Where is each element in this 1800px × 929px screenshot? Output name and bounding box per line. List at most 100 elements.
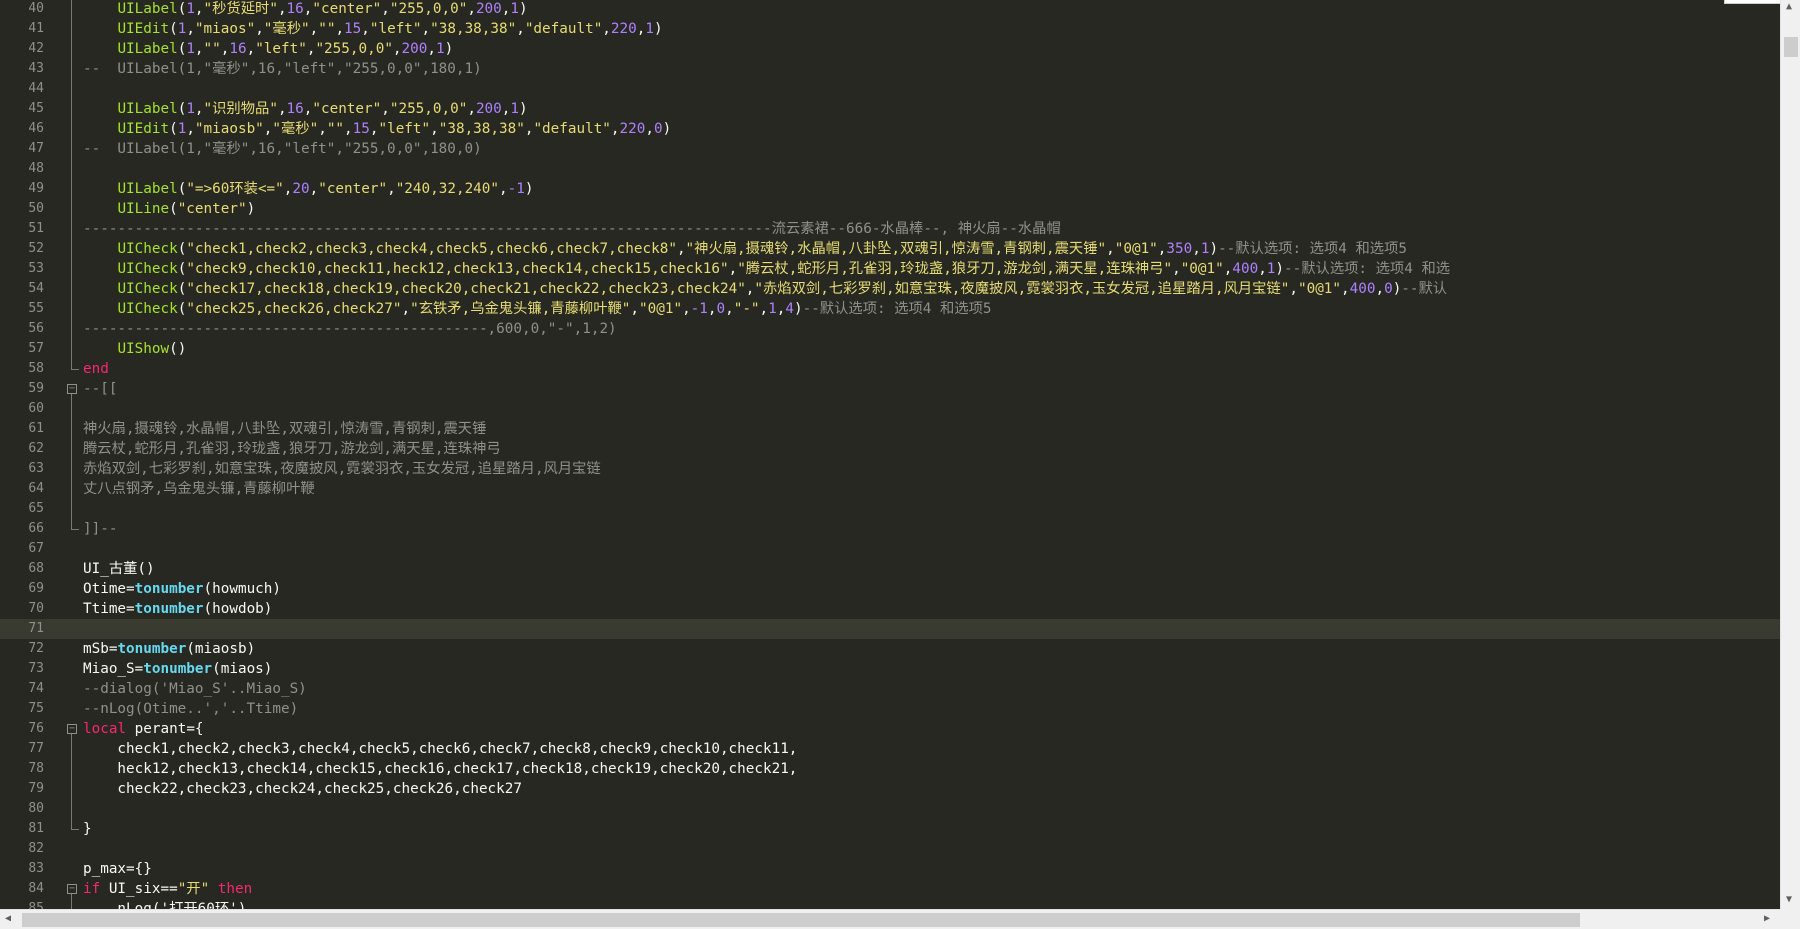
code-token: ,: [676, 241, 686, 257]
code-line[interactable]: 55 UICheck("check25,check26,check27","玄铁…: [0, 299, 1780, 319]
vertical-scroll-thumb[interactable]: [1784, 37, 1798, 57]
fold-guide: [71, 199, 72, 219]
code-editor[interactable]: 40 UILabel(1,"秒货延时",16,"center","255,0,0…: [0, 0, 1780, 909]
code-line[interactable]: 41 UIEdit(1,"miaos","毫秒","",15,"left","3…: [0, 19, 1780, 39]
code-token: UIEdit: [117, 121, 170, 137]
code-line[interactable]: 46 UIEdit(1,"miaosb","毫秒","",15,"left","…: [0, 119, 1780, 139]
line-number: 49: [28, 181, 44, 196]
line-number: 77: [28, 741, 44, 756]
code-line[interactable]: 48: [0, 159, 1780, 179]
code-line[interactable]: 59 − --[[: [0, 379, 1780, 399]
code-line[interactable]: 71: [0, 619, 1780, 639]
code-line[interactable]: 50 UILine("center"): [0, 199, 1780, 219]
code-line[interactable]: 51 --------------------------------------…: [0, 219, 1780, 239]
code-line[interactable]: 79 check22,check23,check24,check25,check…: [0, 779, 1780, 799]
code-token: }: [83, 821, 92, 837]
code-token: p_max: [83, 861, 127, 877]
code-line[interactable]: 68 UI_古董(): [0, 559, 1780, 579]
code-text: end: [83, 359, 109, 379]
code-line[interactable]: 78 heck12,check13,check14,check15,check1…: [0, 759, 1780, 779]
code-line[interactable]: 44: [0, 79, 1780, 99]
code-line[interactable]: 73 Miao_S=tonumber(miaos): [0, 659, 1780, 679]
code-line[interactable]: 43 -- UILabel(1,"毫秒",16,"left","255,0,0",…: [0, 59, 1780, 79]
code-line[interactable]: 62 腾云杖,蛇形月,孔雀羽,玲珑盏,狼牙刀,游龙剑,满天星,连珠神弓: [0, 439, 1780, 459]
code-line[interactable]: 83 p_max={}: [0, 859, 1780, 879]
horizontal-scrollbar[interactable]: ◀ ▶: [0, 909, 1780, 929]
code-line[interactable]: 57 UIShow(): [0, 339, 1780, 359]
code-line[interactable]: 52 UICheck("check1,check2,check3,check4,…: [0, 239, 1780, 259]
line-number: 81: [28, 821, 44, 836]
line-number: 41: [28, 21, 44, 36]
code-token: ,: [427, 41, 436, 57]
code-line[interactable]: 76 − local perant={: [0, 719, 1780, 739]
code-line[interactable]: 64 丈八点钢矛,乌金鬼头镰,青藤柳叶鞭: [0, 479, 1780, 499]
code-token: perant: [126, 721, 187, 737]
code-line[interactable]: 69 Otime=tonumber(howmuch): [0, 579, 1780, 599]
code-line[interactable]: 61 神火扇,摄魂铃,水晶帽,八卦坠,双魂引,惊涛雪,青钢刺,震天锤: [0, 419, 1780, 439]
code-line[interactable]: 53 UICheck("check9,check10,check11,heck1…: [0, 259, 1780, 279]
code-line[interactable]: 84 − if UI_six=="开" then: [0, 879, 1780, 899]
fold-toggle-icon[interactable]: −: [67, 724, 77, 734]
code-token: ,: [728, 261, 738, 277]
line-number: 43: [28, 61, 44, 76]
code-line[interactable]: 81}: [0, 819, 1780, 839]
code-line[interactable]: 49 UILabel("=>60环装<=",20,"center","240,3…: [0, 179, 1780, 199]
code-token: ,: [421, 21, 431, 37]
code-line[interactable]: 42 UILabel(1,"",16,"left","255,0,0",200,…: [0, 39, 1780, 59]
code-text: UILabel(1,"识别物品",16,"center","255,0,0",2…: [83, 99, 527, 119]
code-line[interactable]: 75 --nLog(Otime..','..Ttime): [0, 699, 1780, 719]
line-number: 63: [28, 461, 44, 476]
code-line[interactable]: 72 mSb=tonumber(miaosb): [0, 639, 1780, 659]
code-text: UICheck("check1,check2,check3,check4,che…: [83, 239, 1407, 259]
horizontal-scroll-thumb[interactable]: [22, 913, 1580, 927]
code-line[interactable]: 58 end: [0, 359, 1780, 379]
code-line[interactable]: 63 赤焰双剑,七彩罗刹,如意宝珠,夜魔披风,霓裳羽衣,玉女发冠,追星踏月,风月宝…: [0, 459, 1780, 479]
code-line[interactable]: 47 -- UILabel(1,"毫秒",16,"left","255,0,0",…: [0, 139, 1780, 159]
code-text: -- UILabel(1,"毫秒",16,"left","255,0,0",18…: [83, 59, 482, 79]
scroll-down-arrow-icon[interactable]: ▼: [1786, 893, 1792, 907]
code-token: ,: [309, 21, 319, 37]
code-text: --nLog(Otime..','..Ttime): [83, 699, 298, 719]
scroll-right-arrow-icon[interactable]: ▶: [1764, 912, 1770, 926]
code-line[interactable]: 67: [0, 539, 1780, 559]
code-token: --[[: [83, 381, 118, 397]
code-token: UILine: [117, 201, 170, 217]
code-line[interactable]: 85 nLog('打开60环'): [0, 899, 1780, 909]
code-line[interactable]: 70 Ttime=tonumber(howdob): [0, 599, 1780, 619]
code-token: UILabel: [117, 1, 178, 17]
code-line[interactable]: 74 --dialog('Miao_S'..Miao_S): [0, 679, 1780, 699]
code-token: Otime: [83, 581, 127, 597]
code-line[interactable]: 56 --------------------------------------…: [0, 319, 1780, 339]
line-number: 75: [28, 701, 44, 716]
code-text: UILabel("=>60环装<=",20,"center","240,32,2…: [83, 179, 533, 199]
line-number: 85: [28, 901, 44, 909]
line-number: 40: [28, 1, 44, 16]
code-line[interactable]: 40 UILabel(1,"秒货延时",16,"center","255,0,0…: [0, 0, 1780, 19]
code-line[interactable]: 54 UICheck("check17,check18,check19,chec…: [0, 279, 1780, 299]
scroll-left-arrow-icon[interactable]: ◀: [5, 912, 11, 926]
fold-toggle-icon[interactable]: −: [67, 884, 77, 894]
code-line[interactable]: 77 check1,check2,check3,check4,check5,ch…: [0, 739, 1780, 759]
code-token: check1,check2,check3,check4,check5,check…: [83, 741, 798, 757]
code-token: (: [212, 661, 221, 677]
code-token: "left": [378, 121, 431, 137]
code-line[interactable]: 60: [0, 399, 1780, 419]
scroll-up-arrow-icon[interactable]: ▲: [1786, 0, 1792, 14]
vertical-scrollbar[interactable]: ▲ ▼: [1780, 0, 1800, 909]
code-token: tonumber: [143, 661, 213, 677]
fold-guide: [71, 459, 72, 479]
code-line[interactable]: 82: [0, 839, 1780, 859]
code-token: if: [83, 881, 101, 897]
code-line[interactable]: 65: [0, 499, 1780, 519]
code-token: "38,38,38": [438, 121, 525, 137]
code-token: ,: [1192, 241, 1201, 257]
code-token: "default": [524, 21, 603, 37]
code-text: heck12,check13,check14,check15,check16,c…: [83, 759, 797, 779]
scrollbar-corner: [1780, 909, 1800, 929]
code-text: ]]--: [83, 519, 117, 539]
code-line[interactable]: 45 UILabel(1,"识别物品",16,"center","255,0,0…: [0, 99, 1780, 119]
line-number: 58: [28, 361, 44, 376]
code-line[interactable]: 66]]--: [0, 519, 1780, 539]
code-line[interactable]: 80: [0, 799, 1780, 819]
fold-toggle-icon[interactable]: −: [67, 384, 77, 394]
